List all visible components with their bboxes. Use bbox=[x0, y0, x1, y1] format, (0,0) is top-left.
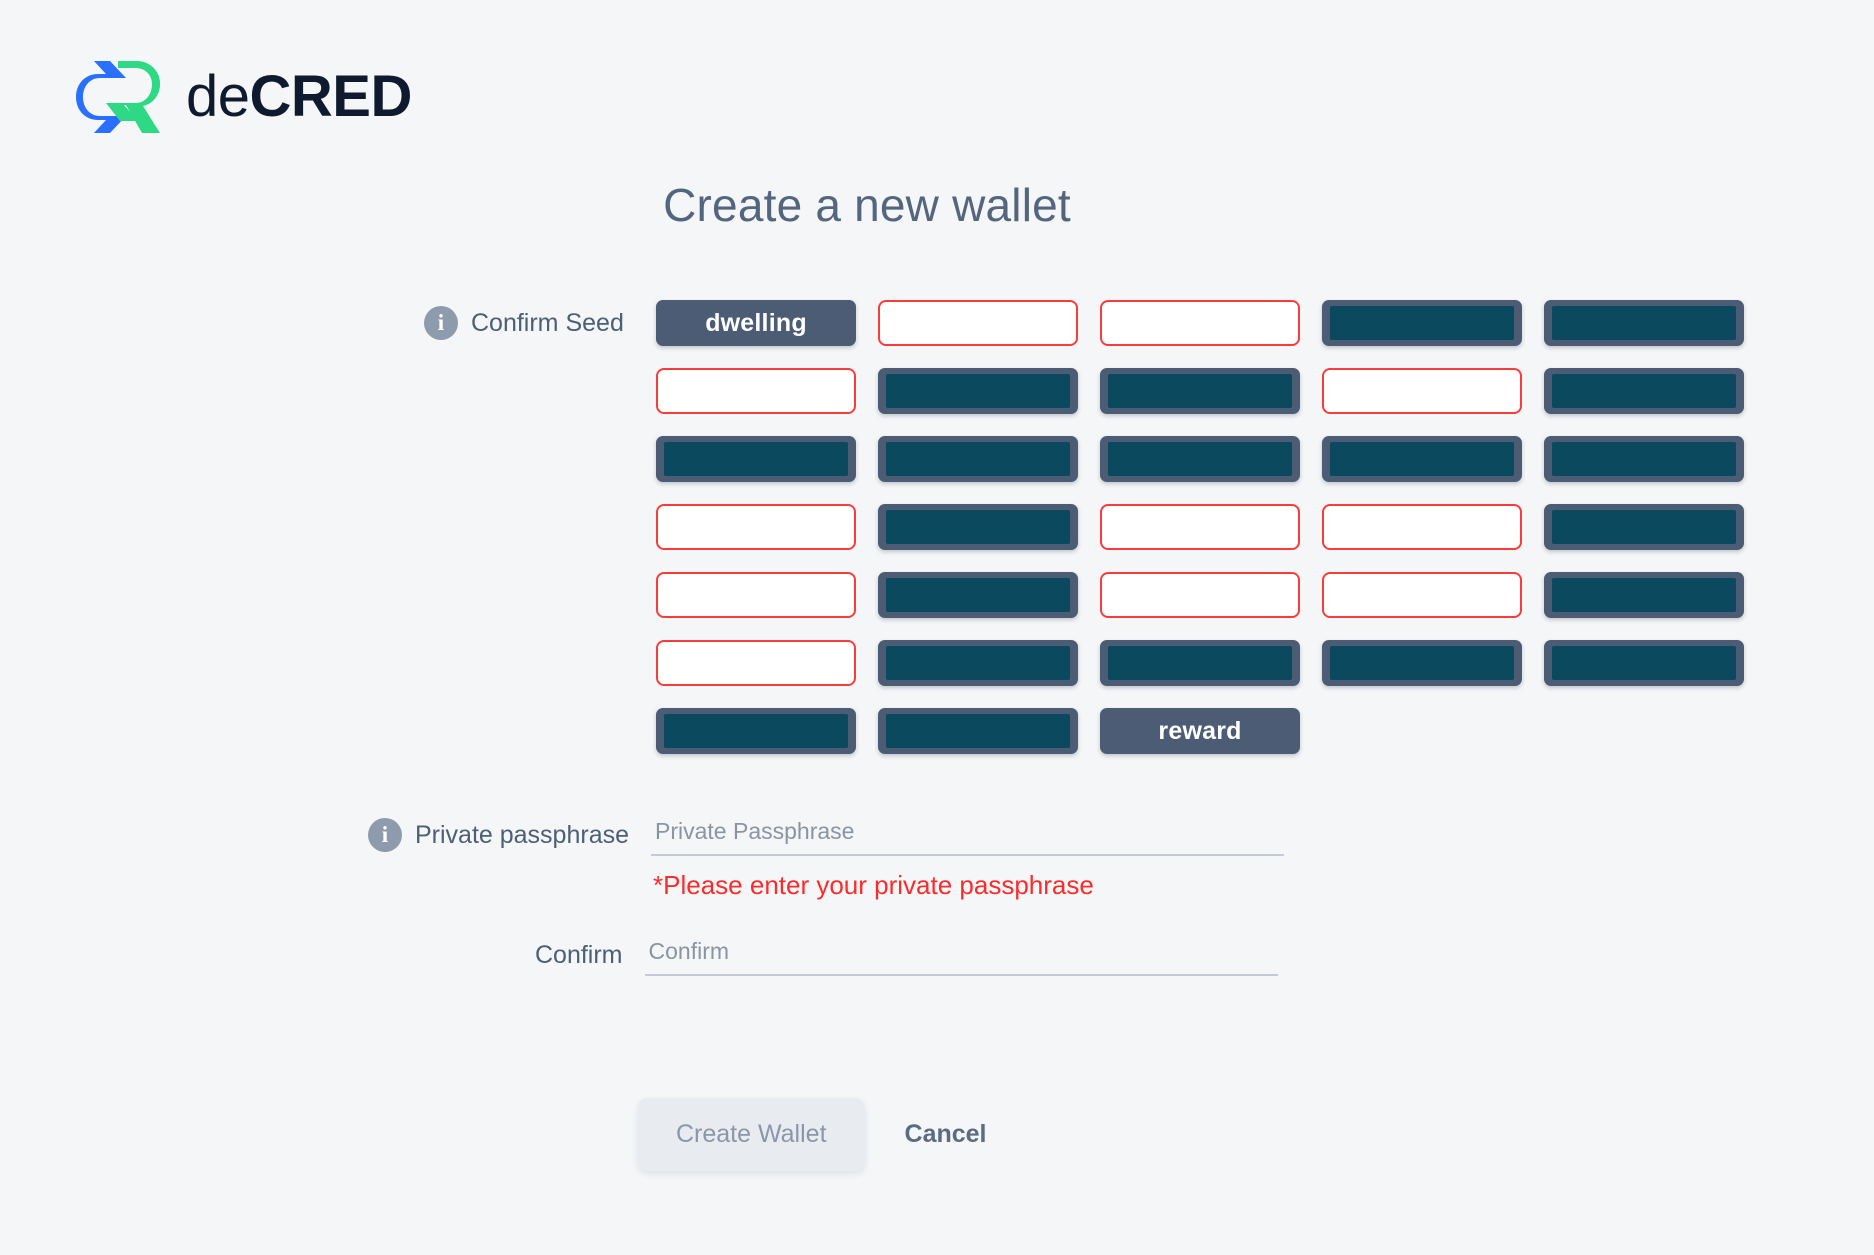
seed-word-chip-redacted bbox=[1544, 300, 1744, 346]
private-passphrase-input[interactable] bbox=[651, 818, 1285, 856]
redaction-bar bbox=[1552, 510, 1736, 544]
seed-word-chip-redacted bbox=[878, 572, 1078, 618]
redaction-bar bbox=[1552, 646, 1736, 680]
seed-word-empty-slot[interactable] bbox=[656, 368, 856, 414]
redaction-bar bbox=[664, 714, 848, 748]
seed-word-chip: reward bbox=[1100, 708, 1300, 754]
private-passphrase-field-group: i Private passphrase *Please enter your … bbox=[368, 818, 1285, 901]
redaction-bar bbox=[1552, 374, 1736, 408]
seed-word-empty-slot[interactable] bbox=[656, 640, 856, 686]
confirm-passphrase-field-group: Confirm bbox=[535, 938, 1278, 976]
info-icon[interactable]: i bbox=[424, 306, 458, 340]
redaction-bar bbox=[886, 374, 1070, 408]
seed-word-chip-redacted bbox=[1544, 640, 1744, 686]
confirm-seed-label: Confirm Seed bbox=[471, 308, 624, 337]
seed-word-empty-slot[interactable] bbox=[656, 504, 856, 550]
wordmark-cred: CRED bbox=[249, 64, 413, 129]
seed-word-chip: dwelling bbox=[656, 300, 856, 346]
seed-word-empty-slot[interactable] bbox=[1322, 504, 1522, 550]
seed-word-chip-redacted bbox=[1100, 436, 1300, 482]
seed-word-chip-redacted bbox=[878, 436, 1078, 482]
redaction-bar bbox=[664, 442, 848, 476]
seed-word-chip-redacted bbox=[1544, 504, 1744, 550]
seed-word-empty-slot[interactable] bbox=[878, 300, 1078, 346]
private-passphrase-input-column: *Please enter your private passphrase bbox=[651, 818, 1285, 901]
redaction-bar bbox=[886, 578, 1070, 612]
confirm-passphrase-label: Confirm bbox=[535, 941, 623, 969]
redaction-bar bbox=[1108, 442, 1292, 476]
confirm-seed-label-group: i Confirm Seed bbox=[424, 300, 642, 346]
redaction-bar bbox=[886, 646, 1070, 680]
redaction-bar bbox=[1330, 306, 1514, 340]
private-passphrase-error: *Please enter your private passphrase bbox=[653, 870, 1094, 900]
info-icon[interactable]: i bbox=[368, 818, 402, 852]
seed-word-chip-redacted bbox=[1322, 300, 1522, 346]
seed-word-empty-slot[interactable] bbox=[1322, 368, 1522, 414]
cancel-button[interactable]: Cancel bbox=[901, 1112, 991, 1157]
seed-word-chip-redacted bbox=[656, 708, 856, 754]
seed-word-chip-redacted bbox=[878, 640, 1078, 686]
redaction-bar bbox=[1552, 306, 1736, 340]
seed-word-empty-slot[interactable] bbox=[1100, 572, 1300, 618]
redaction-bar bbox=[1108, 374, 1292, 408]
create-wallet-button[interactable]: Create Wallet bbox=[638, 1098, 865, 1171]
decred-wordmark: deCRED bbox=[186, 68, 412, 126]
seed-word-empty-slot[interactable] bbox=[1100, 504, 1300, 550]
seed-word-chip-redacted bbox=[1322, 640, 1522, 686]
redaction-bar bbox=[1330, 646, 1514, 680]
redaction-bar bbox=[886, 442, 1070, 476]
redaction-bar bbox=[886, 714, 1070, 748]
redaction-bar bbox=[886, 510, 1070, 544]
confirm-passphrase-input-column bbox=[644, 938, 1278, 976]
seed-word-grid: dwelling reward bbox=[656, 300, 1744, 754]
seed-word-chip-redacted bbox=[1100, 368, 1300, 414]
confirm-passphrase-input[interactable] bbox=[644, 938, 1278, 976]
form-actions: Create Wallet Cancel bbox=[638, 1098, 991, 1171]
seed-word-chip-redacted bbox=[878, 504, 1078, 550]
seed-word-chip-redacted bbox=[656, 436, 856, 482]
seed-word-empty-slot[interactable] bbox=[656, 572, 856, 618]
wordmark-de: de bbox=[186, 64, 250, 129]
redaction-bar bbox=[1330, 442, 1514, 476]
page-title: Create a new wallet bbox=[663, 179, 1071, 231]
private-passphrase-label: Private passphrase bbox=[415, 821, 630, 849]
seed-word-label: reward bbox=[1158, 716, 1242, 745]
decred-logo-icon bbox=[76, 61, 160, 133]
seed-word-label: dwelling bbox=[705, 308, 807, 337]
seed-word-empty-slot[interactable] bbox=[1322, 572, 1522, 618]
seed-word-chip-redacted bbox=[1322, 436, 1522, 482]
decred-logo: deCRED bbox=[72, 55, 412, 139]
seed-word-chip-redacted bbox=[1544, 436, 1744, 482]
seed-word-empty-slot[interactable] bbox=[1100, 300, 1300, 346]
confirm-seed-section: i Confirm Seed dwelling reward bbox=[424, 300, 1744, 754]
redaction-bar bbox=[1552, 578, 1736, 612]
seed-word-chip-redacted bbox=[1544, 572, 1744, 618]
seed-word-chip-redacted bbox=[878, 368, 1078, 414]
seed-word-chip-redacted bbox=[1544, 368, 1744, 414]
seed-word-chip-redacted bbox=[1100, 640, 1300, 686]
redaction-bar bbox=[1108, 646, 1292, 680]
redaction-bar bbox=[1552, 442, 1736, 476]
create-wallet-page: deCRED Create a new wallet i Confirm See… bbox=[0, 0, 1874, 1255]
seed-word-chip-redacted bbox=[878, 708, 1078, 754]
